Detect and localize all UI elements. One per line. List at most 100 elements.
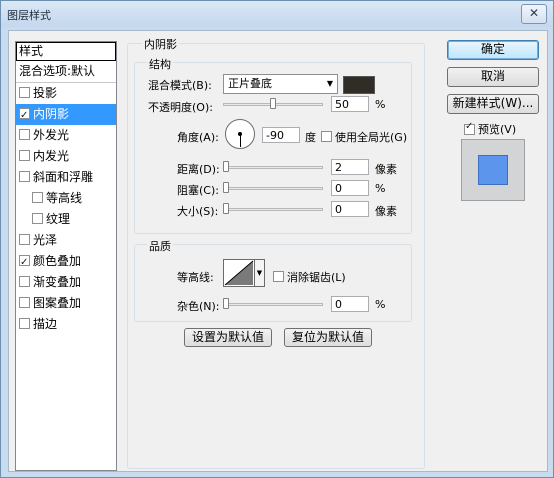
- style-item[interactable]: 外发光: [16, 125, 116, 146]
- noise-slider-thumb[interactable]: [223, 298, 229, 309]
- choke-percent: %: [375, 182, 386, 195]
- size-input[interactable]: 0: [331, 201, 369, 217]
- style-item-label: 描边: [33, 317, 58, 331]
- style-item-checkbox[interactable]: [19, 105, 30, 126]
- angle-dial[interactable]: [225, 119, 255, 149]
- style-item-checkbox[interactable]: [19, 297, 30, 308]
- style-item[interactable]: 光泽: [16, 230, 116, 251]
- new-style-button[interactable]: 新建样式(W)...: [447, 94, 539, 114]
- opacity-slider-thumb[interactable]: [270, 98, 276, 109]
- close-button[interactable]: ✕: [521, 4, 547, 24]
- choke-slider[interactable]: [223, 187, 323, 190]
- style-item-checkbox[interactable]: [19, 318, 30, 329]
- opacity-input[interactable]: 50: [331, 96, 369, 112]
- opacity-label: 不透明度(O):: [148, 101, 213, 114]
- style-item-checkbox[interactable]: [19, 150, 30, 161]
- shadow-color-swatch[interactable]: [343, 76, 375, 94]
- opacity-percent: %: [375, 98, 386, 111]
- preview-label: 预览(V): [478, 123, 517, 136]
- angle-unit: 度: [305, 131, 316, 144]
- style-item-checkbox[interactable]: [19, 171, 30, 182]
- style-item-label: 斜面和浮雕: [33, 170, 94, 184]
- blend-mode-value: 正片叠底: [228, 77, 272, 90]
- contour-label: 等高线:: [177, 271, 214, 284]
- style-item[interactable]: 渐变叠加: [16, 272, 116, 293]
- style-item-label: 内发光: [33, 149, 70, 163]
- anti-alias-label: 消除锯齿(L): [287, 271, 346, 284]
- angle-label: 角度(A):: [177, 131, 219, 144]
- size-label: 大小(S):: [177, 205, 219, 218]
- title-bar[interactable]: 图层样式 ✕: [1, 1, 553, 27]
- angle-input[interactable]: -90: [262, 127, 300, 143]
- structure-title: 结构: [147, 56, 173, 72]
- style-item-label: 纹理: [46, 212, 71, 226]
- noise-label: 杂色(N):: [177, 300, 220, 313]
- choke-input[interactable]: 0: [331, 180, 369, 196]
- distance-unit: 像素: [375, 163, 397, 176]
- preview-checkbox[interactable]: [464, 121, 475, 135]
- style-item-checkbox[interactable]: [19, 129, 30, 140]
- quality-title: 品质: [147, 238, 173, 254]
- dialog-body: 样式 混合选项:默认 投影内阴影外发光内发光斜面和浮雕等高线纹理光泽颜色叠加渐变…: [8, 30, 548, 472]
- inner-shadow-panel: 内阴影 结构 混合模式(B): 正片叠底 ▼ 不透明度(O): 50 % 角度(…: [127, 36, 425, 469]
- size-slider-thumb[interactable]: [223, 203, 229, 214]
- contour-dropdown[interactable]: ▼: [255, 259, 265, 287]
- chevron-down-icon: ▼: [256, 269, 263, 277]
- style-item-label: 颜色叠加: [33, 254, 82, 268]
- contour-picker[interactable]: [223, 259, 255, 287]
- reset-default-button[interactable]: 复位为默认值: [284, 328, 372, 347]
- linear-contour-icon: [224, 260, 254, 286]
- style-item-label: 光泽: [33, 233, 58, 247]
- chevron-down-icon: ▼: [326, 79, 333, 88]
- style-item[interactable]: 纹理: [16, 209, 116, 230]
- style-item-label: 渐变叠加: [33, 275, 82, 289]
- global-light-checkbox[interactable]: [321, 131, 332, 142]
- style-item[interactable]: 斜面和浮雕: [16, 167, 116, 188]
- blend-options-item[interactable]: 混合选项:默认: [16, 61, 116, 82]
- window-title: 图层样式: [7, 9, 51, 22]
- style-item-checkbox[interactable]: [19, 276, 30, 287]
- style-item-checkbox[interactable]: [32, 192, 43, 203]
- size-unit: 像素: [375, 205, 397, 218]
- quality-group: 品质 等高线: ▼ 消除锯齿(L) 杂色(N): 0 %: [134, 238, 412, 322]
- style-item[interactable]: 投影: [16, 83, 116, 104]
- cancel-button[interactable]: 取消: [447, 67, 539, 87]
- style-item-label: 图案叠加: [33, 296, 82, 310]
- blend-mode-label: 混合模式(B):: [148, 79, 212, 92]
- style-item[interactable]: 颜色叠加: [16, 251, 116, 273]
- distance-input[interactable]: 2: [331, 159, 369, 175]
- style-item-checkbox[interactable]: [19, 87, 30, 98]
- style-item[interactable]: 内发光: [16, 146, 116, 167]
- style-item-label: 外发光: [33, 128, 70, 142]
- style-items: 投影内阴影外发光内发光斜面和浮雕等高线纹理光泽颜色叠加渐变叠加图案叠加描边: [16, 83, 116, 335]
- noise-slider[interactable]: [223, 303, 323, 306]
- style-item[interactable]: 等高线: [16, 188, 116, 209]
- size-slider[interactable]: [223, 208, 323, 211]
- ok-button[interactable]: 确定: [447, 40, 539, 60]
- style-item-label: 等高线: [46, 191, 83, 205]
- styles-header[interactable]: 样式: [16, 42, 116, 61]
- styles-list: 样式 混合选项:默认 投影内阴影外发光内发光斜面和浮雕等高线纹理光泽颜色叠加渐变…: [15, 41, 117, 471]
- global-light-label: 使用全局光(G): [335, 131, 408, 144]
- style-item[interactable]: 描边: [16, 314, 116, 335]
- close-icon: ✕: [528, 6, 540, 20]
- layer-style-dialog: 图层样式 ✕ 样式 混合选项:默认 投影内阴影外发光内发光斜面和浮雕等高线纹理光…: [0, 0, 554, 478]
- style-item-checkbox[interactable]: [19, 234, 30, 245]
- style-item-checkbox[interactable]: [32, 213, 43, 224]
- angle-dial-center: [238, 132, 242, 136]
- inner-shadow-title: 内阴影: [142, 36, 179, 52]
- noise-percent: %: [375, 298, 386, 311]
- style-item[interactable]: 内阴影: [16, 104, 116, 126]
- distance-slider-thumb[interactable]: [223, 161, 229, 172]
- noise-input[interactable]: 0: [331, 296, 369, 312]
- anti-alias-checkbox[interactable]: [273, 271, 284, 282]
- style-preview-swatch: [478, 155, 508, 185]
- choke-slider-thumb[interactable]: [223, 182, 229, 193]
- structure-group: 结构 混合模式(B): 正片叠底 ▼ 不透明度(O): 50 % 角度(A): …: [134, 56, 412, 234]
- style-item-label: 内阴影: [33, 107, 70, 121]
- blend-mode-select[interactable]: 正片叠底 ▼: [223, 74, 338, 94]
- style-item[interactable]: 图案叠加: [16, 293, 116, 314]
- make-default-button[interactable]: 设置为默认值: [184, 328, 272, 347]
- distance-slider[interactable]: [223, 166, 323, 169]
- style-item-checkbox[interactable]: [19, 252, 30, 273]
